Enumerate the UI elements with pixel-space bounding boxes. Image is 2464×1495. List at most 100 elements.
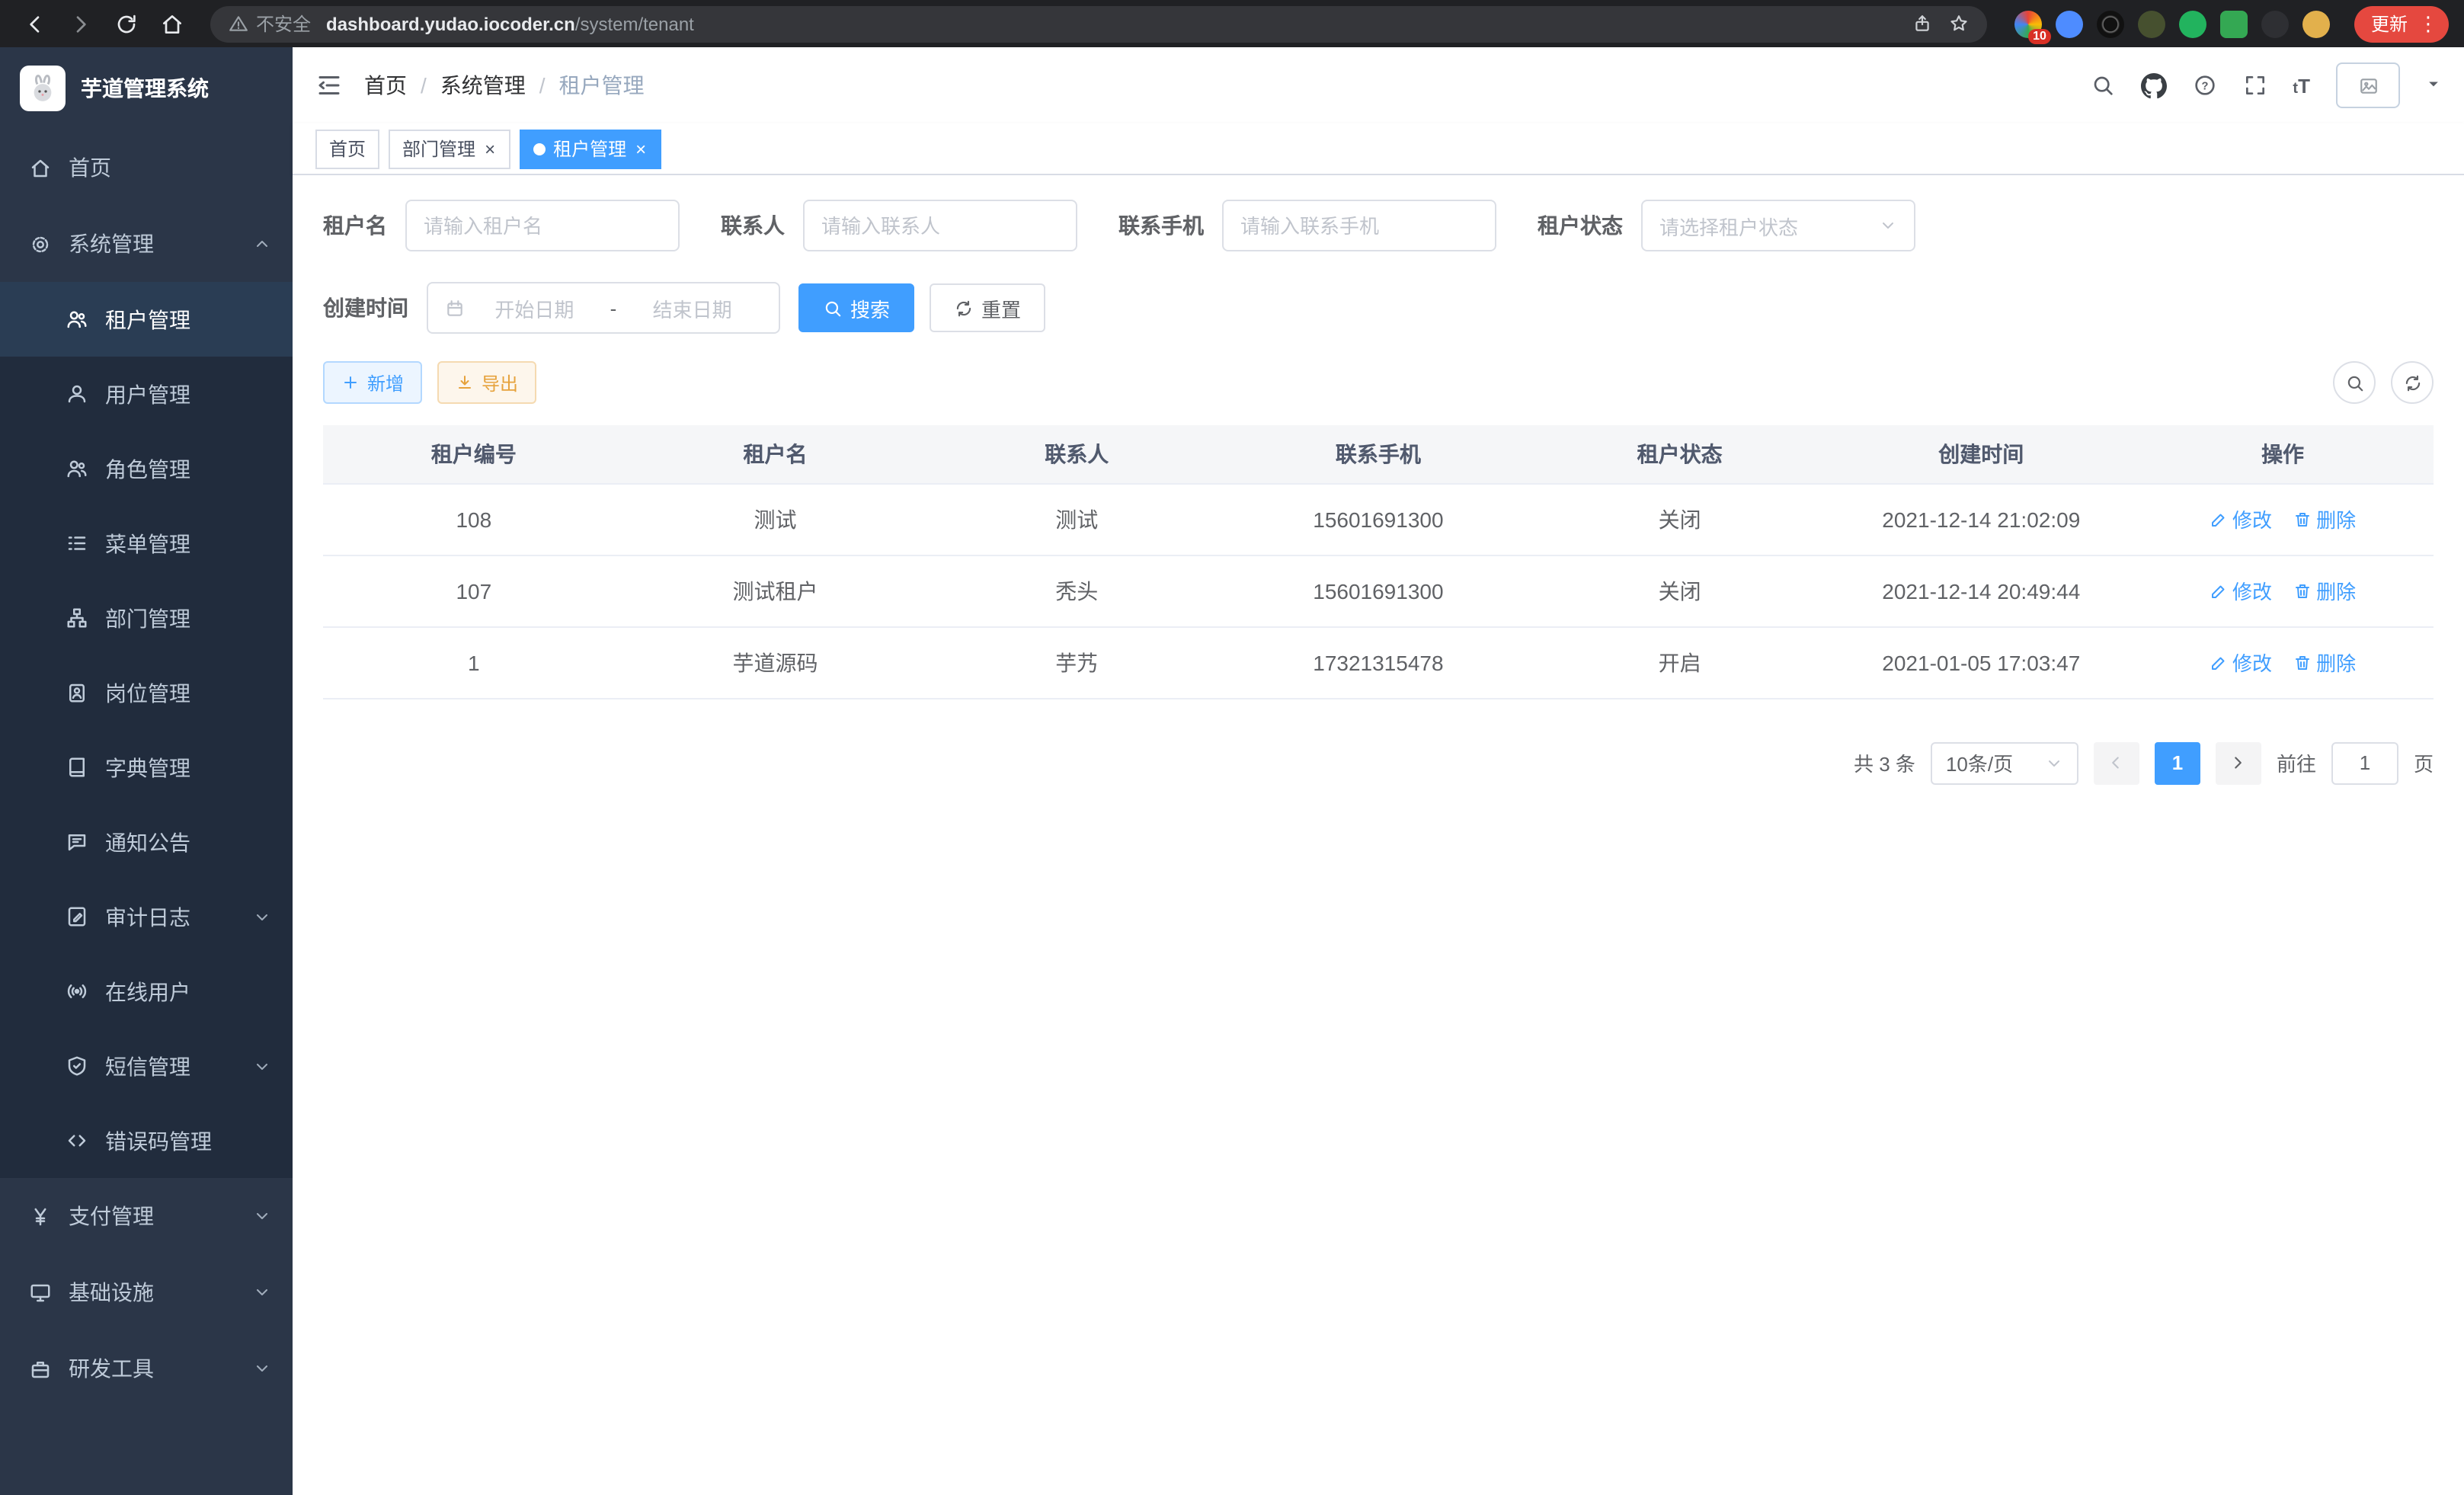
refresh-icon bbox=[2402, 373, 2422, 392]
forward-button[interactable] bbox=[61, 4, 101, 43]
delete-button[interactable]: 删除 bbox=[2293, 504, 2356, 533]
status-select[interactable]: 请选择租户状态 bbox=[1641, 200, 1915, 251]
sidebar-item-errorcode[interactable]: 错误码管理 bbox=[0, 1103, 293, 1178]
sidebar-item-dict[interactable]: 字典管理 bbox=[0, 730, 293, 805]
share-button[interactable] bbox=[1905, 5, 1941, 42]
sidebar-item-online-user[interactable]: 在线用户 bbox=[0, 954, 293, 1029]
extension-icon[interactable] bbox=[2179, 10, 2206, 37]
font-size-icon: t bbox=[2293, 80, 2298, 97]
chevron-down-icon bbox=[253, 908, 271, 926]
page-size-select[interactable]: 10条/页 bbox=[1931, 741, 2078, 784]
cell-actions: 修改删除 bbox=[2132, 555, 2434, 626]
search-icon bbox=[2344, 373, 2364, 392]
extensions-puzzle-icon[interactable] bbox=[2261, 10, 2289, 37]
back-button[interactable] bbox=[15, 4, 55, 43]
goto-page-input[interactable] bbox=[2331, 741, 2398, 784]
date-start-input[interactable]: 开始日期 bbox=[465, 293, 604, 322]
sidebar-item-menu[interactable]: 菜单管理 bbox=[0, 506, 293, 581]
browser-profile-avatar[interactable] bbox=[2302, 10, 2330, 37]
page-number-button[interactable]: 1 bbox=[2155, 741, 2200, 784]
browser-menu-icon[interactable]: ⋮ bbox=[2414, 11, 2443, 36]
fullscreen-button[interactable] bbox=[2242, 73, 2267, 98]
prev-page-button[interactable] bbox=[2094, 741, 2139, 784]
extension-icon[interactable] bbox=[2220, 10, 2248, 37]
tag-tenant-active[interactable]: 租户管理 × bbox=[520, 129, 661, 168]
sidebar-item-pay[interactable]: 支付管理 bbox=[0, 1178, 293, 1254]
refresh-table-button[interactable] bbox=[2391, 361, 2434, 404]
users-icon bbox=[66, 308, 88, 331]
date-end-input[interactable]: 结束日期 bbox=[622, 293, 762, 322]
plus-icon bbox=[341, 373, 360, 392]
tenant-name-label: 租户名 bbox=[323, 210, 387, 241]
column-header: 操作 bbox=[2132, 425, 2434, 483]
home-icon bbox=[29, 156, 52, 179]
reset-button[interactable]: 重置 bbox=[930, 283, 1045, 332]
add-button[interactable]: 新增 bbox=[323, 361, 422, 404]
caret-down-icon bbox=[2426, 76, 2441, 91]
tenant-name-input[interactable] bbox=[424, 214, 661, 237]
column-header: 创建时间 bbox=[1830, 425, 2132, 483]
extension-badge: 10 bbox=[2028, 28, 2051, 43]
yen-icon bbox=[29, 1205, 52, 1228]
goto-label: 前往 bbox=[2277, 748, 2316, 777]
edit-button[interactable]: 修改 bbox=[2210, 576, 2272, 605]
column-header: 租户名 bbox=[625, 425, 926, 483]
toggle-search-button[interactable] bbox=[2333, 361, 2376, 404]
date-range-picker[interactable]: 开始日期 - 结束日期 bbox=[427, 282, 780, 334]
export-button[interactable]: 导出 bbox=[437, 361, 536, 404]
github-button[interactable] bbox=[2140, 72, 2166, 98]
edit-icon bbox=[2210, 581, 2228, 600]
sidebar-item-notice[interactable]: 通知公告 bbox=[0, 805, 293, 879]
delete-button[interactable]: 删除 bbox=[2293, 576, 2356, 605]
reload-button[interactable] bbox=[107, 4, 146, 43]
message-icon bbox=[66, 831, 88, 853]
pagination: 共 3 条 10条/页 1 前往 页 bbox=[323, 741, 2434, 784]
tag-close-icon[interactable]: × bbox=[634, 139, 648, 158]
help-button[interactable]: ? bbox=[2192, 73, 2216, 98]
sidebar-item-system[interactable]: 系统管理 bbox=[0, 206, 293, 282]
address-bar[interactable]: 不安全 dashboard.yudao.iocoder.cn/system/te… bbox=[210, 5, 1987, 42]
sidebar-item-dept[interactable]: 部门管理 bbox=[0, 581, 293, 655]
extension-icon[interactable] bbox=[2097, 10, 2124, 37]
extension-icon[interactable] bbox=[2056, 10, 2083, 37]
edit-button[interactable]: 修改 bbox=[2210, 648, 2272, 677]
tag-dept[interactable]: 部门管理 × bbox=[389, 129, 510, 168]
filter-row-1: 租户名 联系人 联系手机 租户状态 请选择租户状态 bbox=[323, 200, 2434, 251]
audit-log-icon bbox=[66, 905, 88, 928]
font-size-button[interactable]: tT bbox=[2293, 74, 2310, 97]
next-page-button[interactable] bbox=[2216, 741, 2261, 784]
app-logo[interactable]: 芋道管理系统 bbox=[0, 47, 293, 130]
security-warning[interactable]: 不安全 bbox=[229, 11, 311, 37]
extension-icon[interactable]: 10 bbox=[2014, 10, 2042, 37]
sidebar-item-audit-log[interactable]: 审计日志 bbox=[0, 879, 293, 954]
breadcrumb-home[interactable]: 首页 bbox=[364, 70, 407, 101]
contact-input[interactable] bbox=[821, 214, 1059, 237]
cell-status: 开启 bbox=[1529, 626, 1831, 698]
user-avatar[interactable] bbox=[2336, 62, 2400, 108]
bookmark-star-button[interactable] bbox=[1941, 5, 1978, 42]
home-button[interactable] bbox=[152, 4, 192, 43]
breadcrumb-separator: / bbox=[539, 73, 546, 98]
extension-icon[interactable] bbox=[2138, 10, 2165, 37]
tag-close-icon[interactable]: × bbox=[483, 139, 497, 158]
sidebar-item-sms[interactable]: 短信管理 bbox=[0, 1029, 293, 1103]
sidebar-toggle-button[interactable] bbox=[315, 72, 343, 99]
update-button[interactable]: 更新 ⋮ bbox=[2354, 5, 2449, 42]
sidebar-item-home[interactable]: 首页 bbox=[0, 130, 293, 206]
sidebar-item-role[interactable]: 角色管理 bbox=[0, 431, 293, 506]
status-label: 租户状态 bbox=[1538, 210, 1623, 241]
search-button[interactable]: 搜索 bbox=[798, 283, 914, 332]
mobile-input[interactable] bbox=[1240, 214, 1478, 237]
sidebar-item-user[interactable]: 用户管理 bbox=[0, 357, 293, 431]
avatar-caret-button[interactable] bbox=[2426, 72, 2441, 99]
delete-button[interactable]: 删除 bbox=[2293, 648, 2356, 677]
sidebar-item-post[interactable]: 岗位管理 bbox=[0, 655, 293, 730]
header-search-button[interactable] bbox=[2090, 73, 2114, 98]
breadcrumb-system[interactable]: 系统管理 bbox=[440, 70, 526, 101]
sidebar-item-tenant[interactable]: 租户管理 bbox=[0, 282, 293, 357]
sidebar-item-devtool[interactable]: 研发工具 bbox=[0, 1330, 293, 1407]
edit-button[interactable]: 修改 bbox=[2210, 504, 2272, 533]
sidebar-item-infra[interactable]: 基础设施 bbox=[0, 1254, 293, 1330]
tag-home[interactable]: 首页 bbox=[315, 129, 379, 168]
top-navbar: 首页 / 系统管理 / 租户管理 ? tT bbox=[293, 47, 2464, 123]
